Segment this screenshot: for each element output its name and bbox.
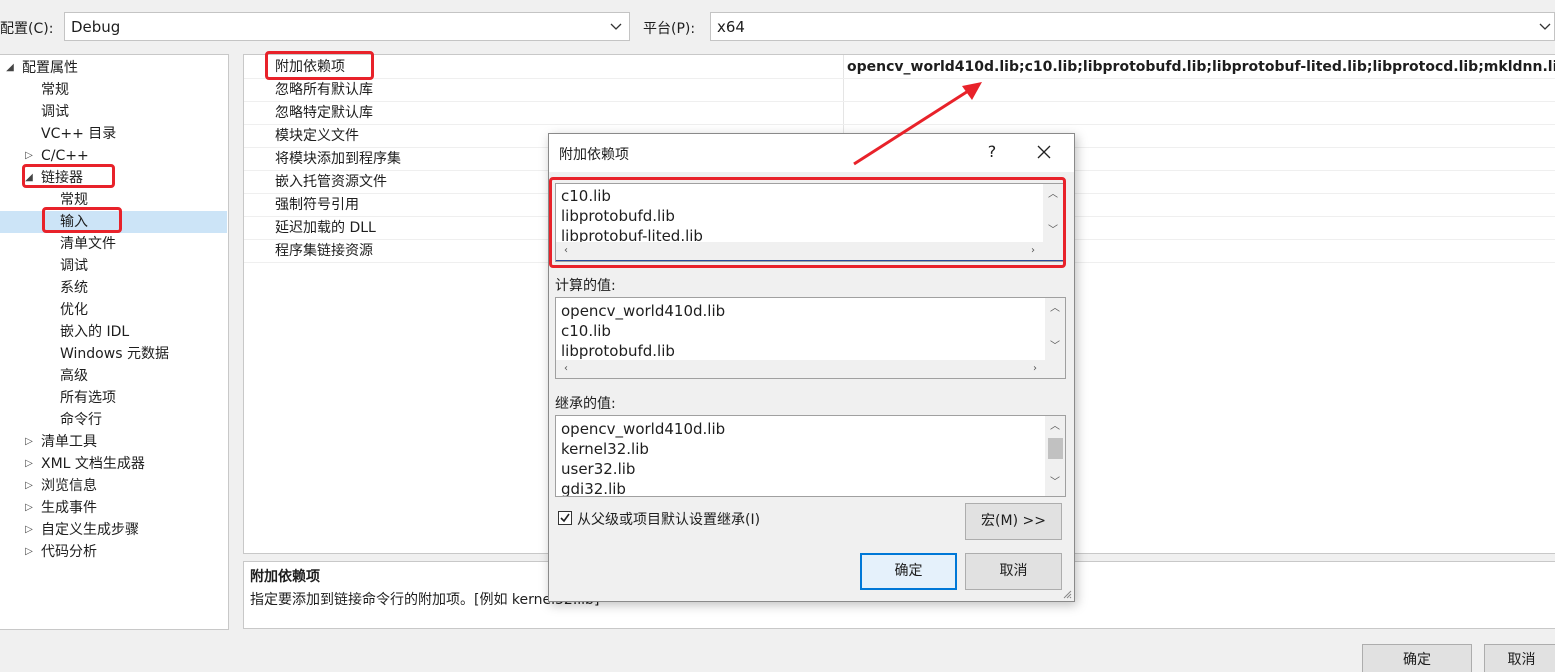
- annotation-box-edit-area: [549, 177, 1066, 268]
- computed-line: opencv_world410d.lib: [561, 302, 726, 320]
- expand-arrow-icon[interactable]: ▷: [23, 453, 35, 475]
- description-text: 指定要添加到链接命令行的附加项。[例如 kernel32.lib]: [250, 592, 600, 608]
- expand-arrow-icon[interactable]: ▷: [23, 497, 35, 519]
- dialog-title: 附加依赖项: [559, 147, 629, 163]
- scroll-up-icon[interactable]: ︿: [1045, 300, 1065, 318]
- tree-item-linker-debugging[interactable]: 调试: [0, 255, 227, 277]
- property-tree: ◢ 配置属性 常规 调试 VC++ 目录 ▷ C/C++ ◢ 链接器 常规 输入 清单…: [0, 54, 229, 630]
- chevron-down-icon: [1539, 23, 1551, 30]
- tree-item-manifest-tool[interactable]: ▷ 清单工具: [0, 431, 227, 453]
- inherited-line: opencv_world410d.lib: [561, 420, 726, 438]
- tree-item-custom-build-step[interactable]: ▷ 自定义生成步骤: [0, 519, 227, 541]
- platform-select[interactable]: x64: [710, 12, 1555, 41]
- expand-arrow-icon[interactable]: ▷: [23, 475, 35, 497]
- config-label: 配置(C):: [0, 21, 54, 37]
- main-cancel-button[interactable]: 取消: [1484, 644, 1555, 672]
- config-select-value: Debug: [71, 18, 121, 36]
- inherit-checkbox-label[interactable]: 从父级或项目默认设置继承(I): [577, 509, 760, 529]
- computed-line: c10.lib: [561, 322, 611, 340]
- scroll-up-icon[interactable]: ︿: [1045, 418, 1065, 436]
- platform-select-value: x64: [717, 18, 745, 36]
- tree-item-advanced[interactable]: 高级: [0, 365, 227, 387]
- annotation-box-additional-deps: [265, 51, 374, 80]
- inherited-values-box[interactable]: opencv_world410d.lib kernel32.lib user32…: [555, 415, 1066, 497]
- tree-item-general[interactable]: 常规: [0, 79, 227, 101]
- scroll-left-icon[interactable]: ‹: [556, 360, 576, 378]
- inherited-line: user32.lib: [561, 460, 636, 478]
- description-title: 附加依赖项: [250, 569, 320, 585]
- inherited-vertical-scrollbar[interactable]: ︿ ﹀: [1045, 416, 1065, 496]
- tree-item-xml-doc-generator[interactable]: ▷ XML 文档生成器: [0, 453, 227, 475]
- dialog-cancel-button[interactable]: 取消: [965, 553, 1062, 590]
- main-ok-button[interactable]: 确定: [1362, 644, 1472, 672]
- checkmark-icon: [560, 513, 570, 523]
- tree-item-vc-directories[interactable]: VC++ 目录: [0, 123, 227, 145]
- inherited-line: kernel32.lib: [561, 440, 649, 458]
- collapse-arrow-icon[interactable]: ◢: [4, 57, 16, 79]
- tree-item-manifest-file[interactable]: 清单文件: [0, 233, 227, 255]
- computed-line: libprotobufd.lib: [561, 342, 675, 360]
- tree-item-browse-info[interactable]: ▷ 浏览信息: [0, 475, 227, 497]
- expand-arrow-icon[interactable]: ▷: [23, 431, 35, 453]
- chevron-down-icon: [610, 23, 622, 30]
- close-icon[interactable]: [1036, 144, 1052, 160]
- annotation-box-linker: [22, 164, 115, 188]
- expand-arrow-icon[interactable]: ▷: [23, 519, 35, 541]
- scroll-down-icon[interactable]: ﹀: [1045, 474, 1065, 492]
- computed-vertical-scrollbar[interactable]: ︿ ﹀: [1045, 298, 1065, 360]
- tree-item-build-events[interactable]: ▷ 生成事件: [0, 497, 227, 519]
- tree-item-optimization[interactable]: 优化: [0, 299, 227, 321]
- tree-item-system[interactable]: 系统: [0, 277, 227, 299]
- scrollbar-thumb[interactable]: [1048, 438, 1063, 459]
- tree-item-config-properties[interactable]: ◢ 配置属性: [0, 57, 227, 79]
- tree-item-all-options[interactable]: 所有选项: [0, 387, 227, 409]
- annotation-box-input: [42, 207, 122, 233]
- tree-item-code-analysis[interactable]: ▷ 代码分析: [0, 541, 227, 563]
- computed-horizontal-scrollbar[interactable]: ‹ ›: [556, 360, 1065, 378]
- computed-values-label: 计算的值:: [555, 278, 616, 294]
- computed-values-box[interactable]: opencv_world410d.lib c10.lib libprotobuf…: [555, 297, 1066, 379]
- platform-label: 平台(P):: [643, 21, 696, 37]
- inherited-line: gdi32.lib: [561, 480, 626, 497]
- tree-item-debugging[interactable]: 调试: [0, 101, 227, 123]
- tree-item-embedded-idl[interactable]: 嵌入的 IDL: [0, 321, 227, 343]
- dialog-ok-button[interactable]: 确定: [860, 553, 957, 590]
- config-select[interactable]: Debug: [64, 12, 630, 41]
- tree-item-windows-metadata[interactable]: Windows 元数据: [0, 343, 227, 365]
- tree-item-command-line[interactable]: 命令行: [0, 409, 227, 431]
- config-toolbar: 配置(C): Debug 平台(P): x64: [0, 0, 1555, 54]
- inherit-checkbox[interactable]: [558, 511, 572, 525]
- scroll-down-icon[interactable]: ﹀: [1045, 338, 1065, 356]
- macro-button[interactable]: 宏(M) >>: [965, 503, 1062, 540]
- annotation-arrow-icon: [853, 82, 982, 166]
- inherited-values-label: 继承的值:: [555, 396, 616, 412]
- scroll-right-icon[interactable]: ›: [1025, 360, 1045, 378]
- expand-arrow-icon[interactable]: ▷: [23, 541, 35, 563]
- resize-grip-icon[interactable]: [1062, 589, 1072, 599]
